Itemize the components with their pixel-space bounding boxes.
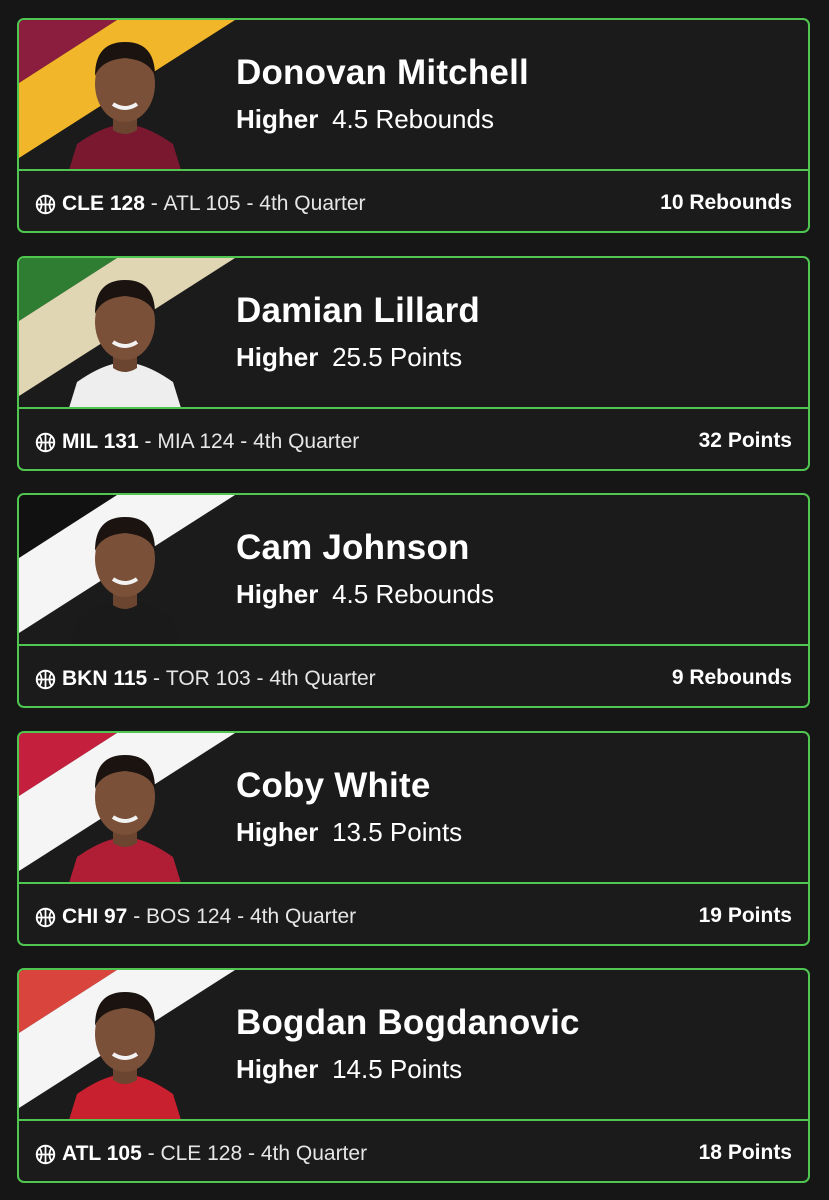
separator: -: [138, 430, 158, 453]
pick-line: Higher 4.5 Rebounds: [236, 579, 494, 610]
separator: -: [141, 1142, 161, 1165]
player-headshot: [69, 517, 181, 644]
separator: -: [250, 667, 270, 690]
pick-line: Higher 25.5 Points: [236, 342, 462, 373]
pick-value: 4.5 Rebounds: [332, 104, 494, 134]
prop-card-2[interactable]: Damian Lillard Higher 25.5 Points MIL 13…: [17, 256, 810, 471]
pick-direction: Higher: [236, 342, 319, 372]
game-score-line: CHI 97 - BOS 124 - 4th Quarter: [35, 905, 356, 929]
pick-direction: Higher: [236, 817, 319, 847]
home-team-score: BKN 115: [62, 667, 148, 690]
separator: -: [240, 192, 260, 215]
prop-card-3[interactable]: Cam Johnson Higher 4.5 Rebounds BKN 115 …: [17, 493, 810, 708]
separator: -: [127, 905, 147, 928]
stat-result: 10 Rebounds: [660, 191, 792, 214]
game-score-line: CLE 128 - ATL 105 - 4th Quarter: [35, 192, 366, 216]
stat-result: 32 Points: [698, 429, 792, 452]
game-period: 4th Quarter: [259, 192, 366, 215]
away-team-score: CLE 128: [160, 1142, 243, 1165]
game-score-line: MIL 131 - MIA 124 - 4th Quarter: [35, 430, 359, 454]
home-team-score: ATL 105: [62, 1142, 142, 1165]
player-headshot: [69, 755, 181, 882]
basketball-icon: [35, 669, 56, 690]
card-footer: CHI 97 - BOS 124 - 4th Quarter 19 Points: [19, 884, 808, 944]
pick-line: Higher 4.5 Rebounds: [236, 104, 494, 135]
player-name: Bogdan Bogdanovic: [236, 1003, 580, 1042]
card-header: Bogdan Bogdanovic Higher 14.5 Points: [19, 970, 808, 1119]
card-header: Cam Johnson Higher 4.5 Rebounds: [19, 495, 808, 644]
away-team-score: ATL 105: [163, 192, 241, 215]
pick-direction: Higher: [236, 1054, 319, 1084]
player-name: Coby White: [236, 766, 431, 805]
separator: -: [242, 1142, 261, 1165]
player-headshot: [69, 992, 181, 1119]
card-header: Coby White Higher 13.5 Points: [19, 733, 808, 882]
stat-result: 19 Points: [698, 904, 792, 927]
player-name: Donovan Mitchell: [236, 53, 529, 92]
separator: -: [234, 430, 254, 453]
prop-card-1[interactable]: Donovan Mitchell Higher 4.5 Rebounds CLE…: [17, 18, 810, 233]
game-score-line: BKN 115 - TOR 103 - 4th Quarter: [35, 667, 376, 691]
card-footer: MIL 131 - MIA 124 - 4th Quarter 32 Point…: [19, 409, 808, 469]
home-team-score: CHI 97: [62, 905, 128, 928]
separator: -: [147, 667, 166, 690]
card-header: Donovan Mitchell Higher 4.5 Rebounds: [19, 20, 808, 169]
separator: -: [144, 192, 164, 215]
away-team-score: BOS 124: [146, 905, 232, 928]
basketball-icon: [35, 1144, 56, 1165]
player-name: Damian Lillard: [236, 291, 480, 330]
game-period: 4th Quarter: [269, 667, 376, 690]
basketball-icon: [35, 194, 56, 215]
away-team-score: MIA 124: [157, 430, 235, 453]
player-headshot: [69, 42, 181, 169]
home-team-score: MIL 131: [62, 430, 139, 453]
prop-card-4[interactable]: Coby White Higher 13.5 Points CHI 97 - B…: [17, 731, 810, 946]
player-name: Cam Johnson: [236, 528, 470, 567]
pick-value: 25.5 Points: [332, 342, 463, 372]
away-team-score: TOR 103: [165, 667, 251, 690]
stat-result: 9 Rebounds: [671, 666, 792, 689]
pick-direction: Higher: [236, 104, 319, 134]
game-period: 4th Quarter: [260, 1142, 368, 1165]
basketball-icon: [35, 432, 56, 453]
player-headshot: [69, 280, 181, 407]
card-footer: BKN 115 - TOR 103 - 4th Quarter 9 Reboun…: [19, 646, 808, 706]
pick-line: Higher 13.5 Points: [236, 817, 462, 848]
pick-line: Higher 14.5 Points: [236, 1054, 462, 1085]
card-footer: CLE 128 - ATL 105 - 4th Quarter 10 Rebou…: [19, 171, 808, 231]
separator: -: [231, 905, 250, 928]
card-header: Damian Lillard Higher 25.5 Points: [19, 258, 808, 407]
game-period: 4th Quarter: [249, 905, 357, 928]
pick-direction: Higher: [236, 579, 319, 609]
card-footer: ATL 105 - CLE 128 - 4th Quarter 18 Point…: [19, 1121, 808, 1181]
stat-result: 18 Points: [698, 1141, 792, 1164]
prop-card-5[interactable]: Bogdan Bogdanovic Higher 14.5 Points ATL…: [17, 968, 810, 1183]
basketball-icon: [35, 907, 56, 928]
pick-value: 14.5 Points: [332, 1054, 463, 1084]
pick-value: 13.5 Points: [332, 817, 463, 847]
game-score-line: ATL 105 - CLE 128 - 4th Quarter: [35, 1142, 367, 1166]
pick-value: 4.5 Rebounds: [332, 579, 494, 609]
game-period: 4th Quarter: [253, 430, 360, 453]
home-team-score: CLE 128: [62, 192, 145, 215]
